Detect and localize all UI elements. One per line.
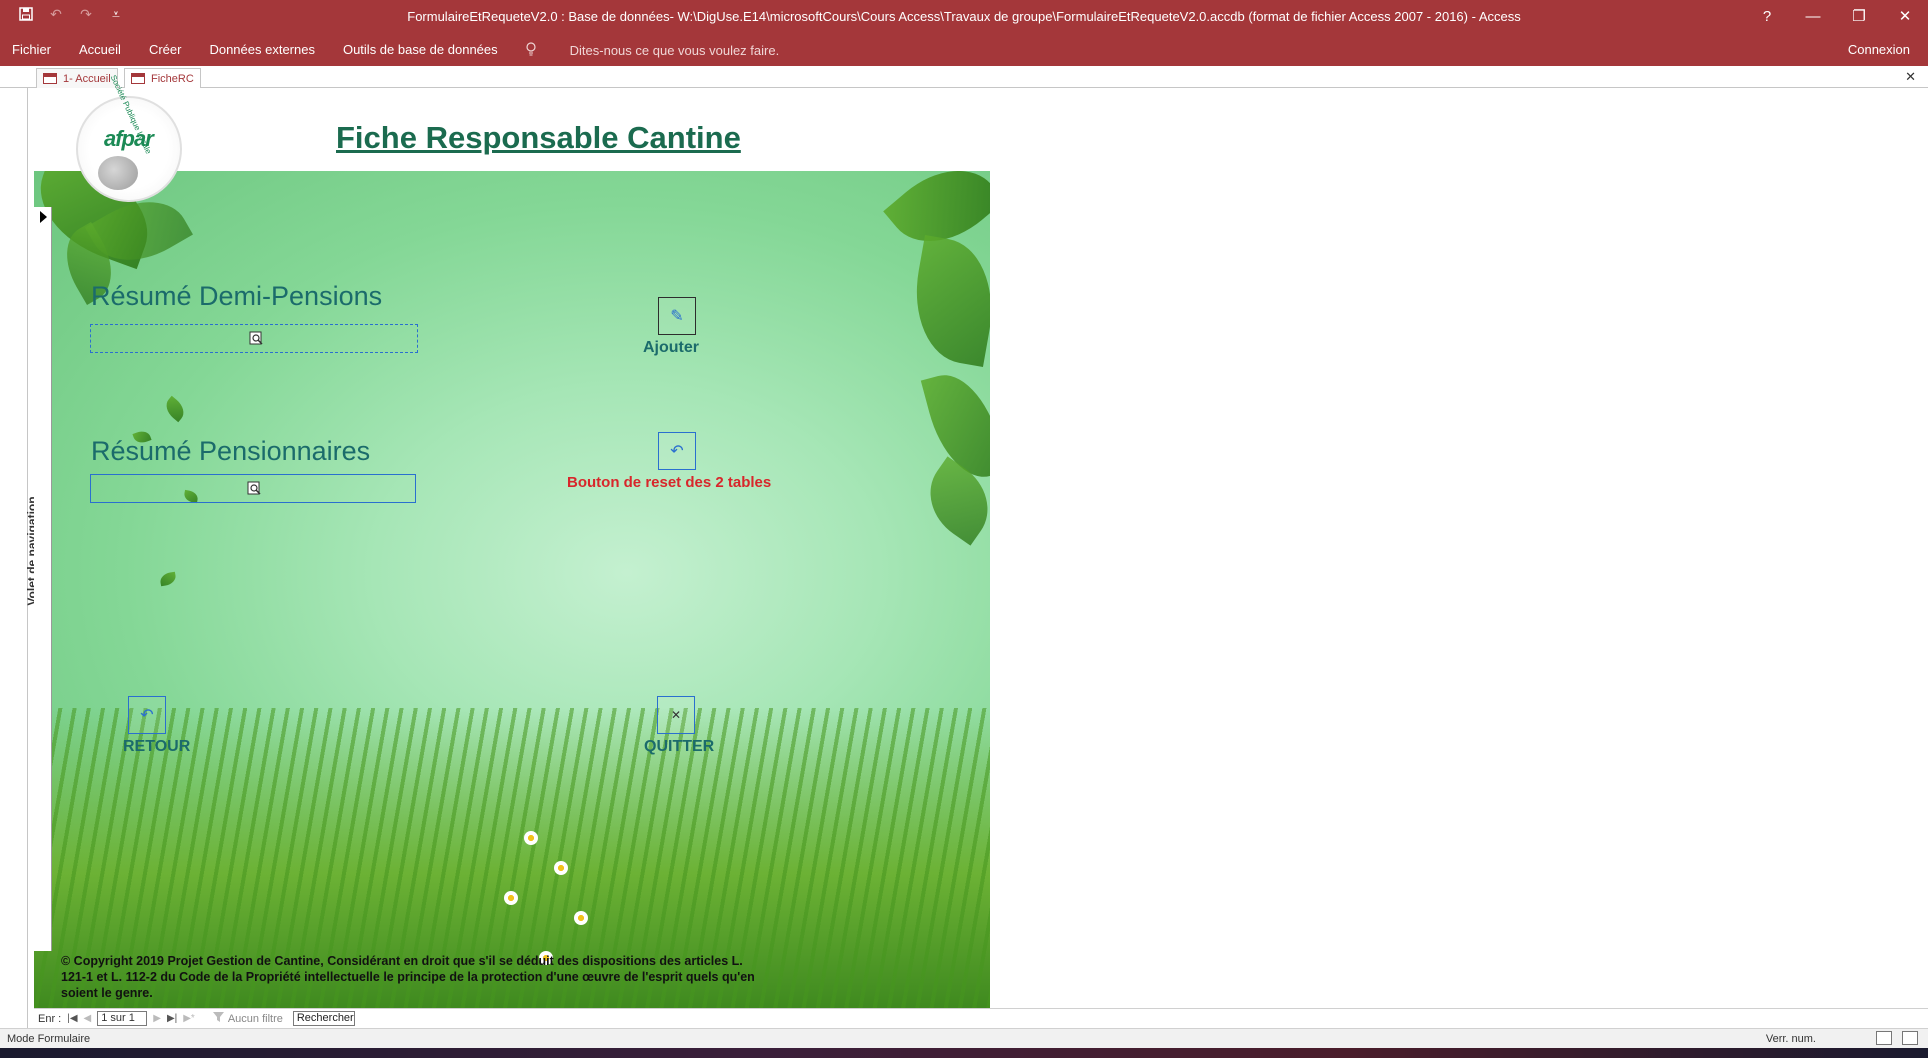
doc-tab-accueil[interactable]: 1- Accueil <box>36 68 118 88</box>
current-record-arrow-icon <box>40 211 47 223</box>
form-icon <box>43 73 57 84</box>
daisy-decoration <box>524 831 538 845</box>
pencil-icon: ✎ <box>670 308 684 325</box>
connexion-link[interactable]: Connexion <box>1848 42 1910 57</box>
tell-me-text: Dites-nous ce que vous voulez faire. <box>569 43 780 58</box>
form-view-icon[interactable] <box>1876 1031 1892 1045</box>
copyright-notice: © Copyright 2019 Projet Gestion de Canti… <box>61 954 755 1000</box>
right-edge <box>1920 88 1928 1008</box>
tab-creer[interactable]: Créer <box>149 42 196 59</box>
filter-toggle[interactable]: Aucun filtre <box>212 1011 283 1026</box>
leaf-decoration <box>159 571 177 587</box>
window-title: FormulaireEtRequeteV2.0 : Base de donnée… <box>407 9 1521 24</box>
close-window-button[interactable]: ✕ <box>1882 0 1928 34</box>
status-numlock: Verr. num. <box>1765 1033 1816 1045</box>
doc-tab-label: FicheRC <box>151 72 194 85</box>
quitter-button[interactable]: ✕ <box>657 696 695 734</box>
ajouter-button[interactable]: ✎ <box>658 297 696 335</box>
filter-label: Aucun filtre <box>227 1012 283 1025</box>
tab-outils-bdd[interactable]: Outils de base de données <box>343 42 512 59</box>
record-label: Enr : <box>38 1012 62 1025</box>
doc-tab-ficherc[interactable]: FicheRC <box>124 68 201 88</box>
globe-graphic <box>98 156 138 190</box>
undo-arrow-icon: ↶ <box>670 443 684 460</box>
subform-demi-pensions[interactable] <box>90 324 418 353</box>
tab-fichier[interactable]: Fichier <box>12 42 65 59</box>
leaf-decoration <box>161 395 189 423</box>
section-title-demi-pensions: Résumé Demi-Pensions <box>91 281 383 311</box>
close-document-icon[interactable]: ✕ <box>1905 69 1916 85</box>
new-record-button[interactable]: ▶* <box>183 1013 195 1024</box>
restore-button[interactable]: ❐ <box>1836 0 1882 34</box>
reset-label: Bouton de reset des 2 tables <box>567 474 772 491</box>
record-navigation-bar: Enr : |◀ ◀ 1 sur 1 ▶ ▶| ▶* Aucun filtre … <box>34 1008 1928 1028</box>
retour-button[interactable]: ↶ <box>128 696 166 734</box>
retour-label: RETOUR <box>123 738 191 755</box>
daisy-decoration <box>554 861 568 875</box>
ribbon-tabs: Fichier Accueil Créer Données externes O… <box>0 34 1928 66</box>
ajouter-label: Ajouter <box>643 339 699 356</box>
daisy-decoration <box>504 891 518 905</box>
document-tab-strip <box>0 66 1928 88</box>
doc-tab-label: 1- Accueil <box>63 72 111 85</box>
back-arrow-icon: ↶ <box>140 707 154 724</box>
form-title: Fiche Responsable Cantine <box>336 120 741 155</box>
navigation-pane[interactable]: » Volet de navigation <box>0 66 39 1034</box>
afpa-logo: afpar Société Publique Locale <box>76 74 182 202</box>
search-field[interactable]: Rechercher <box>292 1011 355 1026</box>
view-switcher <box>1876 1031 1918 1045</box>
form-detail: Résumé Demi-Pensions ✎ Ajouter Résumé Pe… <box>34 171 990 1008</box>
tell-me-box[interactable]: Dites-nous ce que vous voulez faire. <box>526 42 822 59</box>
record-position-field[interactable]: 1 sur 1 <box>97 1011 148 1026</box>
status-bar: Mode Formulaire Verr. num. <box>0 1028 1928 1048</box>
quitter-label: QUITTER <box>644 738 715 755</box>
status-mode: Mode Formulaire <box>7 1033 91 1045</box>
lightbulb-icon <box>526 42 550 59</box>
design-view-icon[interactable] <box>1902 1031 1918 1045</box>
reset-button[interactable]: ↶ <box>658 432 696 470</box>
funnel-icon <box>212 1011 224 1026</box>
daisy-decoration <box>574 911 588 925</box>
magnifier-icon <box>249 331 264 346</box>
window-controls: ? — ❐ ✕ <box>1744 0 1928 34</box>
tab-donnees-externes[interactable]: Données externes <box>209 42 329 59</box>
minimize-button[interactable]: — <box>1790 0 1836 34</box>
help-button[interactable]: ? <box>1744 0 1790 34</box>
taskbar <box>0 1048 1928 1058</box>
next-record-button[interactable]: ▶ <box>153 1013 161 1024</box>
tab-accueil[interactable]: Accueil <box>79 42 135 59</box>
form-icon <box>131 73 145 84</box>
first-record-button[interactable]: |◀ <box>67 1013 77 1024</box>
last-record-button[interactable]: ▶| <box>167 1013 177 1024</box>
record-selector[interactable] <box>34 207 52 951</box>
magnifier-icon <box>247 481 262 496</box>
subform-pensionnaires[interactable] <box>90 474 416 503</box>
previous-record-button[interactable]: ◀ <box>84 1013 92 1024</box>
section-title-pensionnaires: Résumé Pensionnaires <box>91 436 371 466</box>
close-x-icon: ✕ <box>670 708 682 722</box>
leaf-decoration <box>904 234 990 368</box>
title-bar: ↶ ↷ ⩡ FormulaireEtRequeteV2.0 : Base de … <box>0 0 1928 34</box>
